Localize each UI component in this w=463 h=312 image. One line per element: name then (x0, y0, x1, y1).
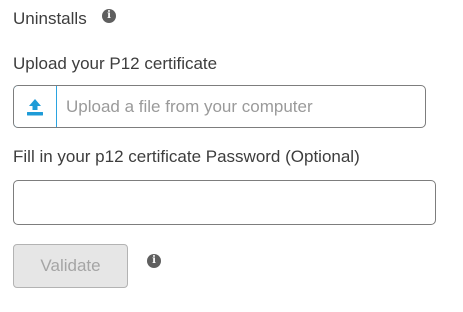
upload-icon (27, 98, 43, 115)
uninstalls-title: Uninstalls (13, 9, 87, 28)
upload-button[interactable] (14, 86, 57, 127)
password-label: Fill in your p12 certificate Password (O… (13, 147, 360, 166)
upload-placeholder[interactable]: Upload a file from your computer (57, 86, 425, 127)
info-icon[interactable]: i (102, 9, 116, 23)
validate-info-icon[interactable]: i (147, 254, 161, 268)
upload-certificate-label: Upload your P12 certificate (13, 54, 218, 73)
password-input[interactable] (13, 180, 436, 225)
validate-button[interactable]: Validate (13, 244, 128, 288)
certificate-upload-field[interactable]: Upload a file from your computer (13, 85, 426, 128)
